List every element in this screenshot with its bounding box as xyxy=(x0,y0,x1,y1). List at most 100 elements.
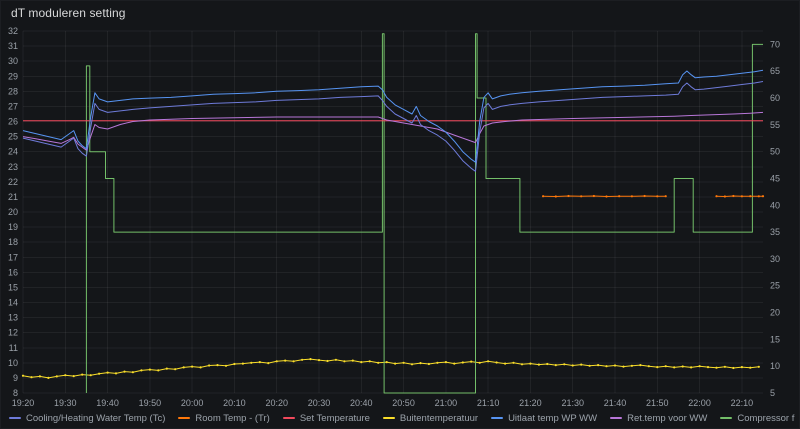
legend-label: Uitlaat temp WP WW xyxy=(508,412,598,424)
series-marker xyxy=(622,365,625,368)
legend-item[interactable]: Room Temp - (Tr) xyxy=(178,412,270,424)
series-marker xyxy=(571,364,574,367)
series-line xyxy=(543,195,666,197)
series-marker xyxy=(123,370,126,373)
series-marker xyxy=(542,195,545,198)
series-marker xyxy=(656,195,659,198)
y-axis-right-label: 35 xyxy=(770,227,780,237)
series-marker xyxy=(216,364,219,367)
series-marker xyxy=(732,366,735,370)
x-axis-label: 20:10 xyxy=(223,398,246,408)
time-series-plot[interactable]: 8 9 10 11 12 13 14 15 16 17 18 19 20 21 22 23 24 25 26 27 28… xyxy=(1,1,800,429)
series-marker xyxy=(647,365,650,368)
legend-item[interactable]: Ret.temp voor WW xyxy=(610,413,707,424)
series-marker xyxy=(537,363,541,366)
series-marker xyxy=(114,372,118,375)
series-marker xyxy=(250,361,253,364)
y-axis-left-label: 16 xyxy=(8,267,18,277)
series-marker xyxy=(436,361,439,364)
legend-item[interactable]: Set Temperature xyxy=(282,412,370,424)
series-marker xyxy=(21,374,25,377)
series-marker xyxy=(761,195,765,198)
series-line xyxy=(22,81,764,172)
y-axis-left-label: 29 xyxy=(8,71,18,81)
series-marker xyxy=(664,195,667,198)
series-marker xyxy=(757,195,760,198)
series-marker xyxy=(140,369,143,372)
series-marker xyxy=(326,359,329,363)
series-marker xyxy=(673,366,676,369)
y-axis-left-label: 22 xyxy=(8,177,18,187)
legend-series-color-icon xyxy=(9,417,21,419)
series-marker xyxy=(267,362,270,365)
legend-series-color-icon xyxy=(382,417,395,419)
series-marker xyxy=(749,366,752,369)
legend-item[interactable]: Uitlaat temp WP WW xyxy=(491,413,597,424)
legend-item[interactable]: Compressor frequentie xyxy=(720,413,795,424)
series-marker xyxy=(605,365,608,368)
series-marker xyxy=(191,365,194,368)
series-marker xyxy=(351,359,354,362)
legend-label: Room Temp - (Tr) xyxy=(195,412,270,424)
y-axis-right-label: 60 xyxy=(770,93,780,103)
series-marker xyxy=(461,361,464,364)
series-line xyxy=(22,111,764,151)
series-marker xyxy=(38,375,42,378)
series-marker xyxy=(749,195,752,198)
x-axis-label: 22:10 xyxy=(731,398,754,408)
y-axis-left-label: 9 xyxy=(13,373,18,383)
series-marker xyxy=(567,194,570,198)
legend-label: Cooling/Heating Water Temp (Tc) xyxy=(26,412,166,424)
series-marker xyxy=(165,367,168,370)
series-marker xyxy=(520,363,524,366)
series-marker xyxy=(618,195,621,198)
y-axis-left-label: 32 xyxy=(8,26,18,36)
y-axis-left-label: 20 xyxy=(8,207,18,217)
series-marker xyxy=(495,361,498,364)
series-marker xyxy=(360,361,363,364)
series-marker xyxy=(47,376,50,379)
x-axis-label: 20:20 xyxy=(265,398,288,408)
series-marker xyxy=(72,375,75,378)
series-marker xyxy=(630,364,634,367)
series-marker xyxy=(613,364,617,367)
series-marker xyxy=(554,364,557,367)
x-axis-label: 22:00 xyxy=(688,398,711,408)
y-axis-left-label: 21 xyxy=(8,192,18,202)
series-marker xyxy=(98,372,101,375)
series-marker xyxy=(597,364,600,367)
series-marker xyxy=(377,361,380,364)
legend-item[interactable]: Buitentemperatuur xyxy=(382,413,478,424)
series-marker xyxy=(385,361,388,364)
y-axis-left-label: 10 xyxy=(8,358,18,368)
y-axis-left-label: 17 xyxy=(8,252,18,262)
series-line xyxy=(22,69,764,163)
series-marker xyxy=(30,376,33,379)
series-marker xyxy=(757,365,760,368)
x-axis-label: 20:30 xyxy=(308,398,331,408)
legend-label: Compressor frequentie xyxy=(737,412,795,424)
series-marker xyxy=(690,366,693,369)
series-line xyxy=(85,33,763,394)
x-axis-label: 19:30 xyxy=(54,398,77,408)
series-marker xyxy=(478,361,481,364)
series-marker xyxy=(732,194,735,198)
series-marker xyxy=(504,362,507,365)
y-axis-left-label: 31 xyxy=(8,41,18,51)
x-axis-label: 19:20 xyxy=(12,398,35,408)
series-marker xyxy=(343,360,346,363)
x-axis-label: 20:00 xyxy=(181,398,204,408)
series-marker xyxy=(89,374,92,377)
series-marker xyxy=(723,195,727,198)
y-axis-right-label: 5 xyxy=(770,388,775,398)
series-line xyxy=(22,358,759,379)
legend-item[interactable]: Cooling/Heating Water Temp (Tc) xyxy=(9,413,165,424)
y-axis-left-label: 30 xyxy=(8,56,18,66)
y-axis-left-label: 23 xyxy=(8,162,18,172)
series-marker xyxy=(182,366,185,369)
y-axis-right-label: 30 xyxy=(770,254,780,264)
series-marker xyxy=(706,366,710,369)
y-axis-right-label: 65 xyxy=(770,66,780,76)
legend-label: Set Temperature xyxy=(299,412,370,424)
series-marker xyxy=(208,364,211,367)
